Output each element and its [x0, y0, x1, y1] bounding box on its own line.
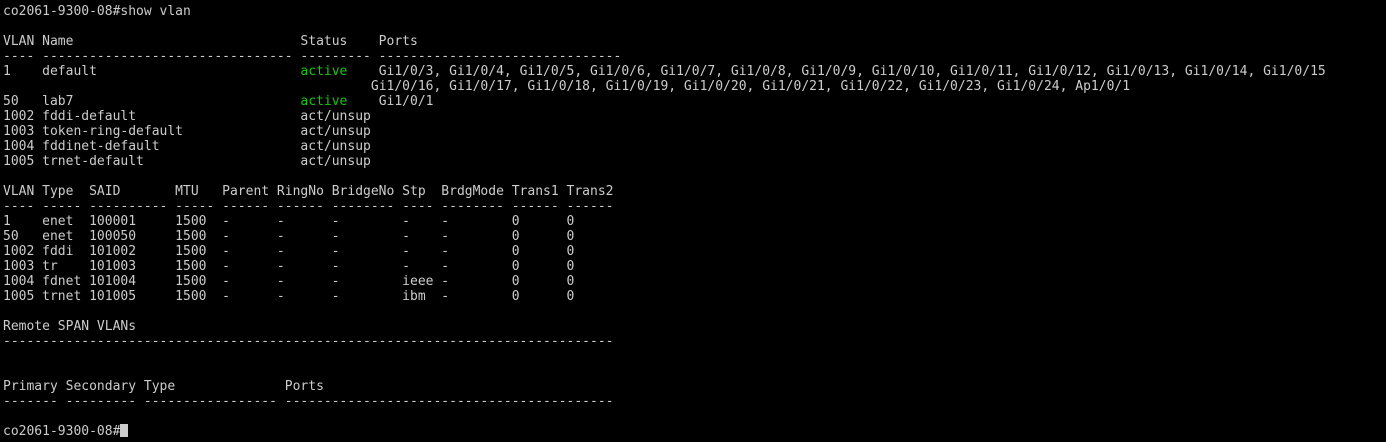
type-table-separator: ---- ----- ---------- ----- ------ -----… — [3, 199, 614, 214]
prompt: co2061-9300-08# — [3, 424, 121, 439]
vlan-row-status: act/unsup — [300, 124, 371, 139]
vlan-row-status: act/unsup — [300, 139, 371, 154]
pvlan-table-separator: ------- --------- ----------------- ----… — [3, 394, 614, 409]
vlan-row-id-name: 1003 token-ring-default — [3, 124, 301, 139]
type-table-row: 1 enet 100001 1500 - - - - - 0 0 — [3, 214, 575, 229]
type-table-row: 50 enet 100050 1500 - - - - - 0 0 — [3, 229, 575, 244]
vlan-row: 1 default active Gi1/0/3, Gi1/0/4, Gi1/0… — [3, 64, 1386, 79]
type-table-row: 1002 fddi 101002 1500 - - - - - 0 0 — [3, 244, 575, 259]
vlan-row-id-name: 1 default — [3, 64, 301, 79]
vlan-row-status: act/unsup — [300, 154, 371, 169]
remote-span-title: Remote SPAN VLANs — [3, 319, 137, 334]
vlan-row: 1005 trnet-default act/unsup — [3, 154, 1386, 169]
vlan-row-ports: Gi1/0/1 — [347, 94, 434, 109]
vlan-row-ports: Gi1/0/16, Gi1/0/17, Gi1/0/18, Gi1/0/19, … — [300, 79, 1131, 94]
type-table-header: VLAN Type SAID MTU Parent RingNo BridgeN… — [3, 184, 614, 199]
terminal-window[interactable]: co2061-9300-08#show vlan VLAN Name Statu… — [0, 0, 1386, 442]
vlan-table-separator: ---- -------------------------------- --… — [3, 49, 622, 64]
vlan-row-id-name: 1005 trnet-default — [3, 154, 301, 169]
vlan-row-id-name: 1002 fddi-default — [3, 109, 301, 124]
vlan-row-id-name: 1004 fddinet-default — [3, 139, 301, 154]
type-table-row: 1004 fdnet 101004 1500 - - - ieee - 0 0 — [3, 274, 575, 289]
type-table-row: 1005 trnet 101005 1500 - - - ibm - 0 0 — [3, 289, 575, 304]
vlan-row-id-name: 50 lab7 — [3, 94, 301, 109]
vlan-row-status: act/unsup — [300, 109, 371, 124]
vlan-row-status: active — [300, 64, 348, 79]
vlan-row-id-name — [3, 79, 300, 94]
prompt-line[interactable]: co2061-9300-08# — [3, 424, 1386, 439]
vlan-row: 1003 token-ring-default act/unsup — [3, 124, 1386, 139]
vlan-row-status: active — [300, 94, 348, 109]
remote-span-separator: ----------------------------------------… — [3, 334, 614, 349]
type-table-row: 1003 tr 101003 1500 - - - - - 0 0 — [3, 259, 575, 274]
vlan-row-ports: Gi1/0/3, Gi1/0/4, Gi1/0/5, Gi1/0/6, Gi1/… — [347, 64, 1326, 79]
vlan-row: 1002 fddi-default act/unsup — [3, 109, 1386, 124]
text-cursor[interactable] — [120, 424, 129, 437]
vlan-row: 1004 fddinet-default act/unsup — [3, 139, 1386, 154]
command-line: co2061-9300-08#show vlan — [3, 4, 191, 19]
vlan-row: Gi1/0/16, Gi1/0/17, Gi1/0/18, Gi1/0/19, … — [3, 79, 1386, 94]
vlan-table-header: VLAN Name Status Ports — [3, 34, 418, 49]
pvlan-table-header: Primary Secondary Type Ports — [3, 379, 324, 394]
vlan-row: 50 lab7 active Gi1/0/1 — [3, 94, 1386, 109]
